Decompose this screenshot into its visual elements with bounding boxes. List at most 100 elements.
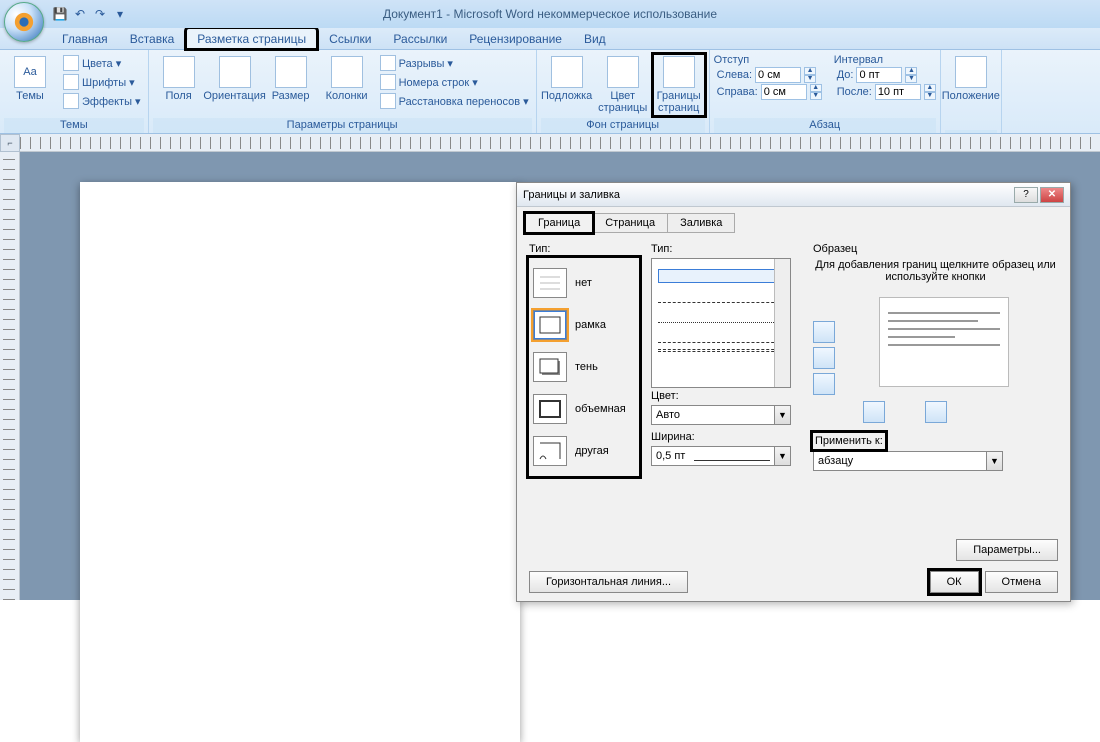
margins-button[interactable]: Поля <box>153 54 205 104</box>
undo-icon[interactable]: ↶ <box>72 6 88 22</box>
width-combo[interactable]: 0,5 пт▼ <box>651 446 791 466</box>
group-title-themes: Темы <box>4 118 144 133</box>
dialog-tab-page[interactable]: Страница <box>592 213 668 233</box>
dialog-help-button[interactable]: ? <box>1014 187 1038 203</box>
dialog-titlebar: Границы и заливка ? ✕ <box>517 183 1070 207</box>
tab-mailings[interactable]: Рассылки <box>383 29 457 49</box>
tab-insert[interactable]: Вставка <box>120 29 185 49</box>
linenum-icon <box>380 74 396 90</box>
none-icon <box>533 268 567 298</box>
spin-up[interactable]: ▲ <box>924 84 936 92</box>
theme-colors-button[interactable]: Цвета ▾ <box>60 54 144 72</box>
preview-sample[interactable] <box>879 297 1009 387</box>
space-before-input[interactable] <box>856 67 902 83</box>
edge-right-button[interactable] <box>925 401 947 423</box>
spin-up[interactable]: ▲ <box>810 84 822 92</box>
columns-icon <box>331 56 363 88</box>
preview-label: Образец <box>813 243 1058 255</box>
page-borders-button[interactable]: Границы страниц <box>653 54 705 116</box>
edge-bottom-button[interactable] <box>813 373 835 395</box>
color-value: Авто <box>652 409 774 421</box>
document-page[interactable] <box>80 182 520 742</box>
width-value: 0,5 пт <box>652 450 694 462</box>
dialog-close-button[interactable]: ✕ <box>1040 187 1064 203</box>
group-themes: AaТемы Цвета ▾ Шрифты ▾ Эффекты ▾ Темы <box>0 50 149 133</box>
edge-top-button[interactable] <box>813 321 835 343</box>
watermark-icon <box>551 56 583 88</box>
tab-review[interactable]: Рецензирование <box>459 29 572 49</box>
options-button[interactable]: Параметры... <box>956 539 1058 561</box>
theme-fonts-button[interactable]: Шрифты ▾ <box>60 73 144 91</box>
setting-label: Тип: <box>529 243 639 255</box>
tab-home[interactable]: Главная <box>52 29 118 49</box>
cancel-button[interactable]: Отмена <box>985 571 1058 593</box>
line-style-list[interactable] <box>651 258 791 388</box>
save-icon[interactable]: 💾 <box>52 6 68 22</box>
spin-up[interactable]: ▲ <box>905 67 917 75</box>
setting-custom[interactable]: другая <box>531 432 637 470</box>
spin-down[interactable]: ▼ <box>905 75 917 83</box>
size-button[interactable]: Размер <box>265 54 317 104</box>
dropdown-icon: ▼ <box>986 452 1002 470</box>
spin-down[interactable]: ▼ <box>804 75 816 83</box>
qat-dropdown-icon[interactable]: ▾ <box>112 6 128 22</box>
spin-down[interactable]: ▼ <box>810 92 822 100</box>
watermark-button[interactable]: Подложка <box>541 54 593 104</box>
hyphen-icon <box>380 93 396 109</box>
indent-left-label: Слева: <box>717 69 752 81</box>
tab-page-layout[interactable]: Разметка страницы <box>186 28 317 49</box>
office-button[interactable] <box>4 2 44 42</box>
color-label: Цвет: <box>651 390 801 402</box>
scrollbar[interactable] <box>774 259 790 387</box>
setting-none[interactable]: нет <box>531 264 637 302</box>
indent-right-input[interactable] <box>761 84 807 100</box>
edge-middle-button[interactable] <box>813 347 835 369</box>
group-page-background: Подложка Цвет страницы Границы страниц Ф… <box>537 50 710 133</box>
ok-button[interactable]: ОК <box>930 571 979 593</box>
columns-button[interactable]: Колонки <box>321 54 373 104</box>
horizontal-line-button[interactable]: Горизонтальная линия... <box>529 571 688 593</box>
themes-button[interactable]: AaТемы <box>4 54 56 104</box>
hyphenation-button[interactable]: Расстановка переносов ▾ <box>377 92 532 110</box>
group-page-setup: Поля Ориентация Размер Колонки Разрывы ▾… <box>149 50 537 133</box>
spin-down[interactable]: ▼ <box>924 92 936 100</box>
shadow-icon <box>533 352 567 382</box>
ribbon: AaТемы Цвета ▾ Шрифты ▾ Эффекты ▾ Темы П… <box>0 50 1100 134</box>
horizontal-ruler[interactable] <box>20 134 1100 152</box>
margins-icon <box>163 56 195 88</box>
spin-up[interactable]: ▲ <box>804 67 816 75</box>
setting-type-list: нет рамка тень объемная другая <box>529 258 639 476</box>
vertical-ruler[interactable] <box>0 152 20 600</box>
preview-hint: Для добавления границ щелкните образец и… <box>813 259 1058 283</box>
position-button[interactable]: Положение <box>945 54 997 104</box>
box-icon <box>533 310 567 340</box>
tab-view[interactable]: Вид <box>574 29 616 49</box>
setting-3d[interactable]: объемная <box>531 390 637 428</box>
group-title-page-setup: Параметры страницы <box>153 118 532 133</box>
pagecolor-icon <box>607 56 639 88</box>
size-icon <box>275 56 307 88</box>
borders-shading-dialog: Границы и заливка ? ✕ Граница Страница З… <box>516 182 1071 602</box>
title-bar: 💾 ↶ ↷ ▾ Документ1 - Microsoft Word неком… <box>0 0 1100 28</box>
dialog-tab-border[interactable]: Граница <box>525 213 593 233</box>
theme-effects-button[interactable]: Эффекты ▾ <box>60 92 144 110</box>
space-after-input[interactable] <box>875 84 921 100</box>
setting-shadow[interactable]: тень <box>531 348 637 386</box>
color-combo[interactable]: Авто▼ <box>651 405 791 425</box>
orientation-button[interactable]: Ориентация <box>209 54 261 104</box>
custom-icon <box>533 436 567 466</box>
spacing-header: Интервал <box>834 54 936 66</box>
indent-left-input[interactable] <box>755 67 801 83</box>
effects-icon <box>63 93 79 109</box>
dialog-tab-fill[interactable]: Заливка <box>667 213 735 233</box>
redo-icon[interactable]: ↷ <box>92 6 108 22</box>
orientation-icon <box>219 56 251 88</box>
line-numbers-button[interactable]: Номера строк ▾ <box>377 73 532 91</box>
apply-to-combo[interactable]: абзацу▼ <box>813 451 1003 471</box>
breaks-button[interactable]: Разрывы ▾ <box>377 54 532 72</box>
page-color-button[interactable]: Цвет страницы <box>597 54 649 116</box>
setting-box[interactable]: рамка <box>531 306 637 344</box>
tab-references[interactable]: Ссылки <box>319 29 381 49</box>
themes-icon: Aa <box>14 56 46 88</box>
edge-left-button[interactable] <box>863 401 885 423</box>
